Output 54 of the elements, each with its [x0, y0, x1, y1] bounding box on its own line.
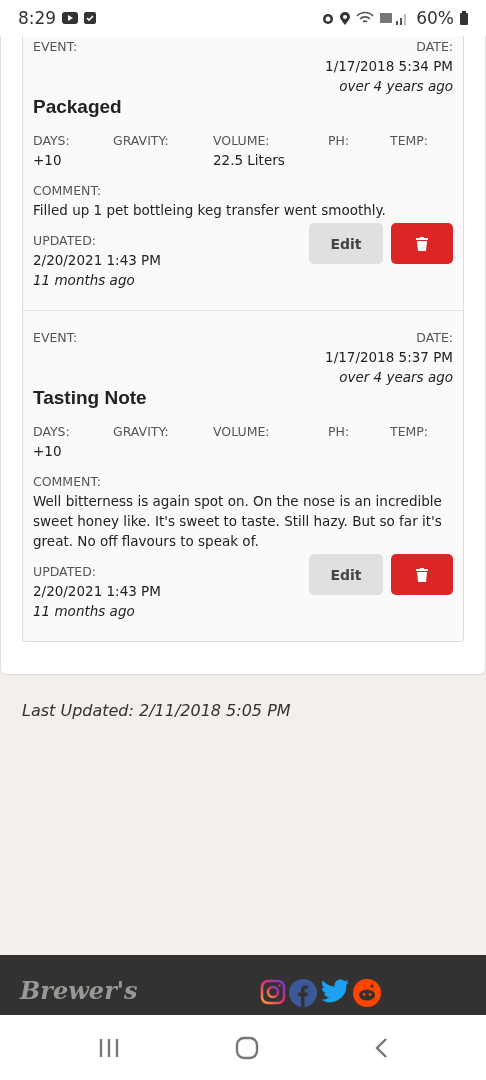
recent-apps-icon[interactable] — [97, 1037, 120, 1058]
event-date: 1/17/2018 5:34 PM — [325, 57, 453, 76]
event-label: EVENT: — [33, 38, 78, 56]
location-icon — [340, 11, 351, 25]
field-value: +10 — [33, 151, 62, 170]
event-title: Tasting Note — [33, 387, 148, 409]
comment-label: COMMENT: — [33, 182, 101, 200]
date-label: DATE: — [416, 329, 453, 347]
event-title: Packaged — [33, 96, 123, 118]
relative-date: 11 months ago — [33, 602, 135, 621]
relative-date: over 4 years ago — [339, 368, 453, 387]
trash-icon — [416, 567, 428, 582]
field-label: PH: — [328, 423, 350, 441]
field-value: 22.5 Liters — [213, 151, 285, 170]
field-label: TEMP: — [390, 132, 429, 150]
relative-date: 11 months ago — [33, 271, 135, 290]
updated-label: UPDATED: — [33, 563, 97, 581]
field-label: VOLUME: — [213, 132, 270, 150]
battery-percent: 60% — [416, 8, 454, 28]
edit-button[interactable]: Edit — [309, 554, 383, 595]
field-label: DAYS: — [33, 132, 70, 150]
delete-button[interactable] — [391, 223, 453, 264]
comment-label: COMMENT: — [33, 473, 101, 491]
back-icon[interactable] — [374, 1036, 389, 1059]
delete-button[interactable] — [391, 554, 453, 595]
bird-icon[interactable] — [320, 979, 350, 1005]
updated-date: 2/20/2021 1:43 PM — [33, 582, 161, 601]
logo: Brewer's — [20, 977, 139, 1005]
field-label: PH: — [328, 132, 350, 150]
checkbox-icon — [84, 12, 97, 24]
date-label: DATE: — [416, 38, 453, 56]
play-icon — [62, 12, 79, 24]
field-label: TEMP: — [390, 423, 429, 441]
trash-icon — [416, 236, 428, 251]
field-label: DAYS: — [33, 423, 70, 441]
event-date: 1/17/2018 5:37 PM — [325, 348, 453, 367]
updated-label: UPDATED: — [33, 232, 97, 250]
last-updated-text: Last Updated: 2/11/2018 5:05 PM — [22, 701, 291, 720]
home-icon[interactable] — [235, 1035, 259, 1060]
comment-text: Filled up 1 pet bottleing keg transfer went smoothly. — [33, 201, 386, 220]
field-label: VOLUME: — [213, 423, 270, 441]
field-value: +10 — [33, 442, 62, 461]
wifi-icon — [356, 11, 375, 25]
relative-date: over 4 years ago — [339, 77, 453, 96]
field-label: GRAVITY: — [113, 132, 169, 150]
field-label: GRAVITY: — [113, 423, 169, 441]
edit-button[interactable]: Edit — [309, 223, 383, 264]
battery-icon — [460, 11, 468, 25]
updated-date: 2/20/2021 1:43 PM — [33, 251, 161, 270]
event-label: EVENT: — [33, 329, 78, 347]
reddit-icon[interactable] — [353, 979, 381, 1007]
comment-text: Well bitterness is again spot on. On the nose is an incredible sweet honey like. It's sweet to taste. Still hazy. But so far it's great. No off flavours to speak of. — [33, 492, 443, 551]
instagram-icon[interactable] — [260, 979, 286, 1005]
clock-time: 8:29 — [18, 8, 57, 28]
